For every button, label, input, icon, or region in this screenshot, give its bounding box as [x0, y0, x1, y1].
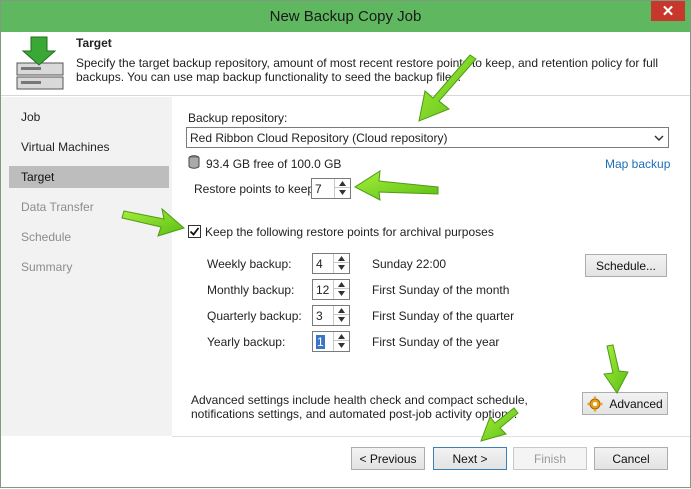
map-backup-link[interactable]: Map backup	[605, 157, 670, 171]
stepper-buttons	[334, 179, 350, 198]
chevron-up-icon[interactable]	[334, 306, 349, 315]
footer-divider	[172, 436, 690, 437]
chevron-down-icon[interactable]	[334, 315, 349, 324]
step-virtual-machines[interactable]: Virtual Machines	[9, 136, 169, 158]
finish-button: Finish	[513, 447, 587, 470]
monthly-backup-label: Monthly backup:	[207, 283, 295, 297]
database-icon	[188, 155, 200, 169]
chevron-down-icon[interactable]	[334, 341, 349, 350]
monthly-backup-stepper[interactable]: 12	[312, 279, 350, 300]
archival-checkbox-label: Keep the following restore points for ar…	[205, 225, 494, 239]
restore-points-stepper[interactable]: 7	[311, 178, 351, 199]
close-icon: ✕	[661, 3, 675, 20]
page-description: Specify the target backup repository, am…	[76, 56, 659, 84]
restore-points-value: 7	[315, 182, 322, 196]
yearly-backup-label: Yearly backup:	[207, 335, 286, 349]
advanced-button[interactable]: Advanced	[582, 392, 668, 415]
window-title: New Backup Copy Job	[269, 8, 422, 25]
step-target[interactable]: Target	[9, 166, 169, 188]
yearly-backup-stepper[interactable]: 1	[312, 331, 350, 352]
backup-copy-job-window: New Backup Copy Job ✕ Target Specify the…	[0, 0, 691, 488]
stepper-buttons	[333, 280, 349, 299]
step-summary: Summary	[21, 260, 73, 274]
stepper-buttons	[333, 254, 349, 273]
wizard-steps: Job Virtual Machines Target Data Transfe…	[1, 97, 172, 436]
repository-label: Backup repository:	[188, 111, 288, 125]
stepper-buttons	[333, 306, 349, 325]
title-bar[interactable]: New Backup Copy Job ✕	[1, 1, 690, 32]
archival-checkbox[interactable]	[188, 225, 201, 238]
step-schedule: Schedule	[21, 230, 72, 244]
close-button[interactable]: ✕	[651, 1, 685, 21]
quarterly-backup-label: Quarterly backup:	[207, 309, 302, 323]
repository-select[interactable]: Red Ribbon Cloud Repository (Cloud repos…	[186, 127, 669, 148]
checkmark-icon	[189, 227, 200, 236]
target-panel: Backup repository: Red Ribbon Cloud Repo…	[172, 97, 690, 436]
quarterly-backup-stepper[interactable]: 3	[312, 305, 350, 326]
weekly-backup-desc: Sunday 22:00	[372, 257, 447, 271]
chevron-up-icon[interactable]	[334, 280, 349, 289]
weekly-backup-stepper[interactable]: 4	[312, 253, 350, 274]
chevron-up-icon[interactable]	[334, 254, 349, 263]
advanced-button-label: Advanced	[609, 396, 663, 411]
cancel-button[interactable]: Cancel	[594, 447, 668, 470]
previous-button[interactable]: < Previous	[351, 447, 425, 470]
weekly-backup-value: 4	[316, 257, 323, 271]
monthly-backup-desc: First Sunday of the month	[372, 283, 510, 297]
chevron-up-icon[interactable]	[335, 179, 350, 188]
quarterly-backup-desc: First Sunday of the quarter	[372, 309, 515, 323]
chevron-down-icon[interactable]	[334, 289, 349, 298]
yearly-backup-desc: First Sunday of the year	[372, 335, 500, 349]
schedule-button[interactable]: Schedule...	[585, 254, 667, 277]
page-title: Target	[76, 36, 112, 50]
advanced-description: Advanced settings include health check a…	[191, 393, 528, 421]
next-button[interactable]: Next >	[433, 447, 507, 470]
wizard-header: Target Specify the target backup reposit…	[1, 32, 690, 96]
stepper-buttons	[333, 332, 349, 351]
chevron-down-icon[interactable]	[335, 188, 350, 197]
chevron-down-icon[interactable]	[334, 263, 349, 272]
server-download-icon	[15, 35, 67, 93]
weekly-backup-label: Weekly backup:	[207, 257, 292, 271]
step-job[interactable]: Job	[9, 106, 169, 128]
free-space-text: 93.4 GB free of 100.0 GB	[206, 157, 342, 171]
step-data-transfer: Data Transfer	[21, 200, 94, 214]
monthly-backup-value: 12	[316, 283, 330, 297]
restore-points-label: Restore points to keep:	[194, 182, 318, 196]
quarterly-backup-value: 3	[316, 309, 323, 323]
repository-value: Red Ribbon Cloud Repository (Cloud repos…	[190, 131, 448, 145]
chevron-up-icon[interactable]	[334, 332, 349, 341]
yearly-backup-value: 1	[316, 335, 325, 349]
gear-icon	[587, 396, 603, 411]
chevron-down-icon	[654, 135, 664, 142]
